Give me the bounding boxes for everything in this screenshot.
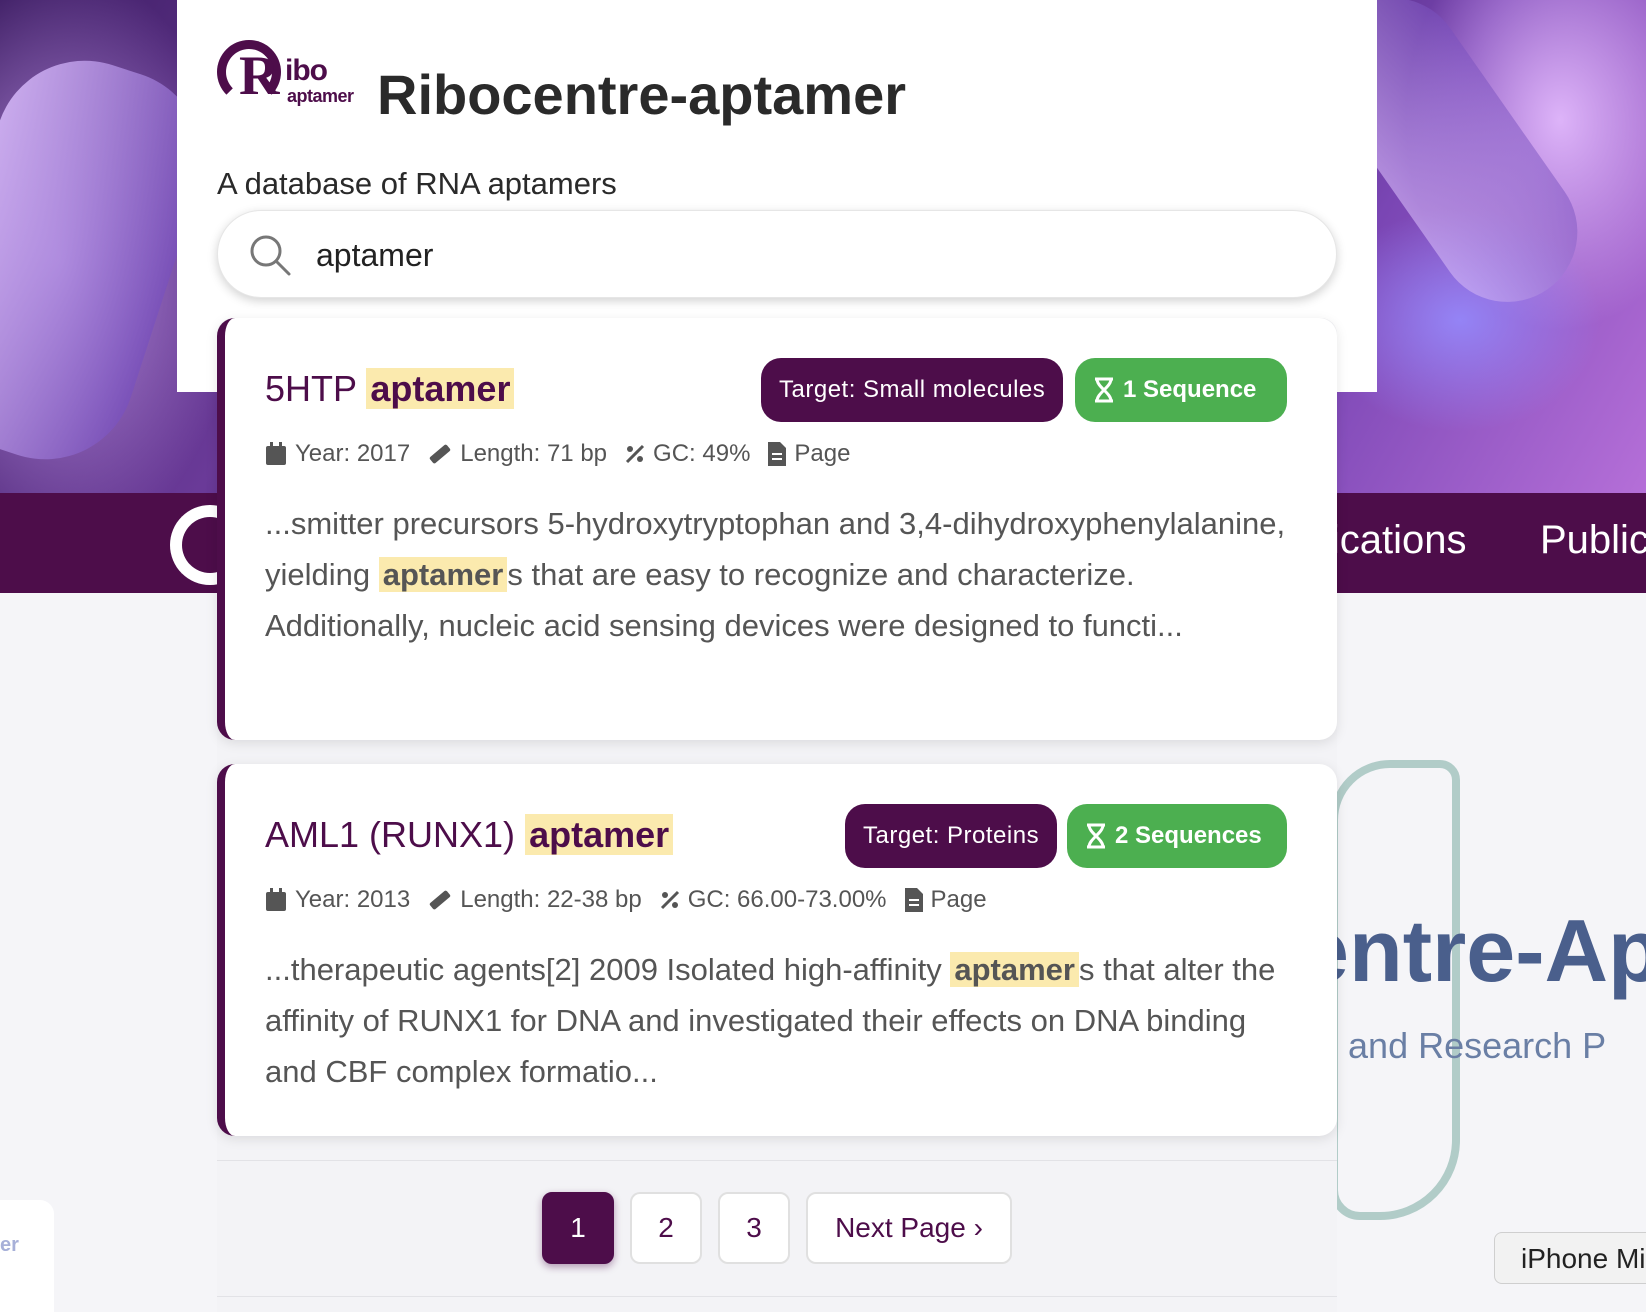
gc-text: GC: 49% [653,440,751,467]
calendar-icon [266,888,286,911]
target-badge[interactable]: Target: Small molecules [761,358,1064,422]
length-text: Length: 22-38 bp [460,886,642,913]
result-snippet: ...smitter precursors 5-hydroxytryptopha… [265,498,1305,651]
search-input[interactable] [316,225,1296,285]
sequence-badge[interactable]: 1 Sequence [1075,358,1287,422]
hero-subtitle: se and Research P [1300,1025,1607,1066]
result-meta: Year: 2017 Length: 71 bp GC: 49% Page [265,440,868,468]
device-tooltip: iPhone Mi [1494,1232,1646,1284]
logo-aptamer: aptamer [287,86,354,106]
length-text: Length: 71 bp [460,440,608,467]
nav-link-public[interactable]: Public [1540,518,1646,563]
site-logo[interactable]: R ibo aptamer [217,40,359,108]
file-icon [904,888,923,912]
ruler-icon [430,890,451,910]
search-box[interactable] [217,210,1337,298]
snippet-before: ...therapeutic agents[2] 2009 Isolated h… [265,952,951,987]
pagination-divider [217,1160,1337,1161]
file-icon [768,442,787,466]
result-card[interactable]: AML1 (RUNX1) aptamer Target: Proteins 2 … [217,764,1337,1136]
result-title-highlight: aptamer [525,814,674,855]
result-title[interactable]: AML1 (RUNX1) aptamer [265,814,674,856]
meta-gc: GC: 66.00-73.00% [660,886,887,914]
result-title-prefix: 5HTP [265,368,357,409]
result-meta: Year: 2013 Length: 22-38 bp GC: 66.00-73… [265,886,1005,914]
side-card-text: er [0,1234,19,1256]
site-title: Ribocentre-aptamer [377,63,907,126]
page-button-1[interactable]: 1 [542,1192,614,1264]
calendar-icon [266,442,286,465]
logo-r: R [239,45,280,107]
meta-year: Year: 2017 [265,440,410,468]
meta-gc: GC: 49% [625,440,750,468]
snippet-highlight: aptamer [378,557,508,592]
site-subtitle: A database of RNA aptamers [217,166,617,201]
year-text: Year: 2013 [295,886,411,913]
nav-link-publications[interactable]: lications [1322,518,1467,563]
page-link-text: Page [794,440,851,467]
sequence-count: 1 Sequence [1123,376,1257,403]
result-snippet: ...therapeutic agents[2] 2009 Isolated h… [265,944,1305,1097]
logo-ibo: ibo [285,54,328,87]
percent-icon [660,890,679,910]
result-card[interactable]: 5HTP aptamer Target: Small molecules 1 S… [217,318,1337,740]
gc-text: GC: 66.00-73.00% [687,886,887,913]
meta-length: Length: 71 bp [428,440,607,468]
result-title-highlight: aptamer [366,368,515,409]
snippet-highlight: aptamer [950,952,1079,987]
page-button-3[interactable]: 3 [718,1192,790,1264]
meta-length: Length: 22-38 bp [428,886,642,914]
page-button-2[interactable]: 2 [630,1192,702,1264]
sequence-badge[interactable]: 2 Sequences [1067,804,1287,868]
pagination-bottom-divider [217,1296,1337,1297]
page-link-text: Page [930,886,987,913]
dna-icon [1095,377,1113,403]
year-text: Year: 2017 [295,440,411,467]
meta-year: Year: 2013 [265,886,410,914]
dna-icon [1087,823,1105,849]
meta-page[interactable]: Page [768,440,850,468]
side-card[interactable]: er [0,1200,54,1312]
target-badge[interactable]: Target: Proteins [845,804,1058,868]
hero-title: entre-Ap [1300,901,1646,1000]
next-page-button[interactable]: Next Page › [806,1192,1012,1264]
meta-page[interactable]: Page [904,886,987,914]
ruler-icon [430,444,451,464]
search-icon [250,235,291,276]
sequence-count: 2 Sequences [1115,822,1262,849]
result-title-prefix: AML1 (RUNX1) [265,814,516,855]
percent-icon [625,444,645,464]
result-title[interactable]: 5HTP aptamer [265,368,515,410]
